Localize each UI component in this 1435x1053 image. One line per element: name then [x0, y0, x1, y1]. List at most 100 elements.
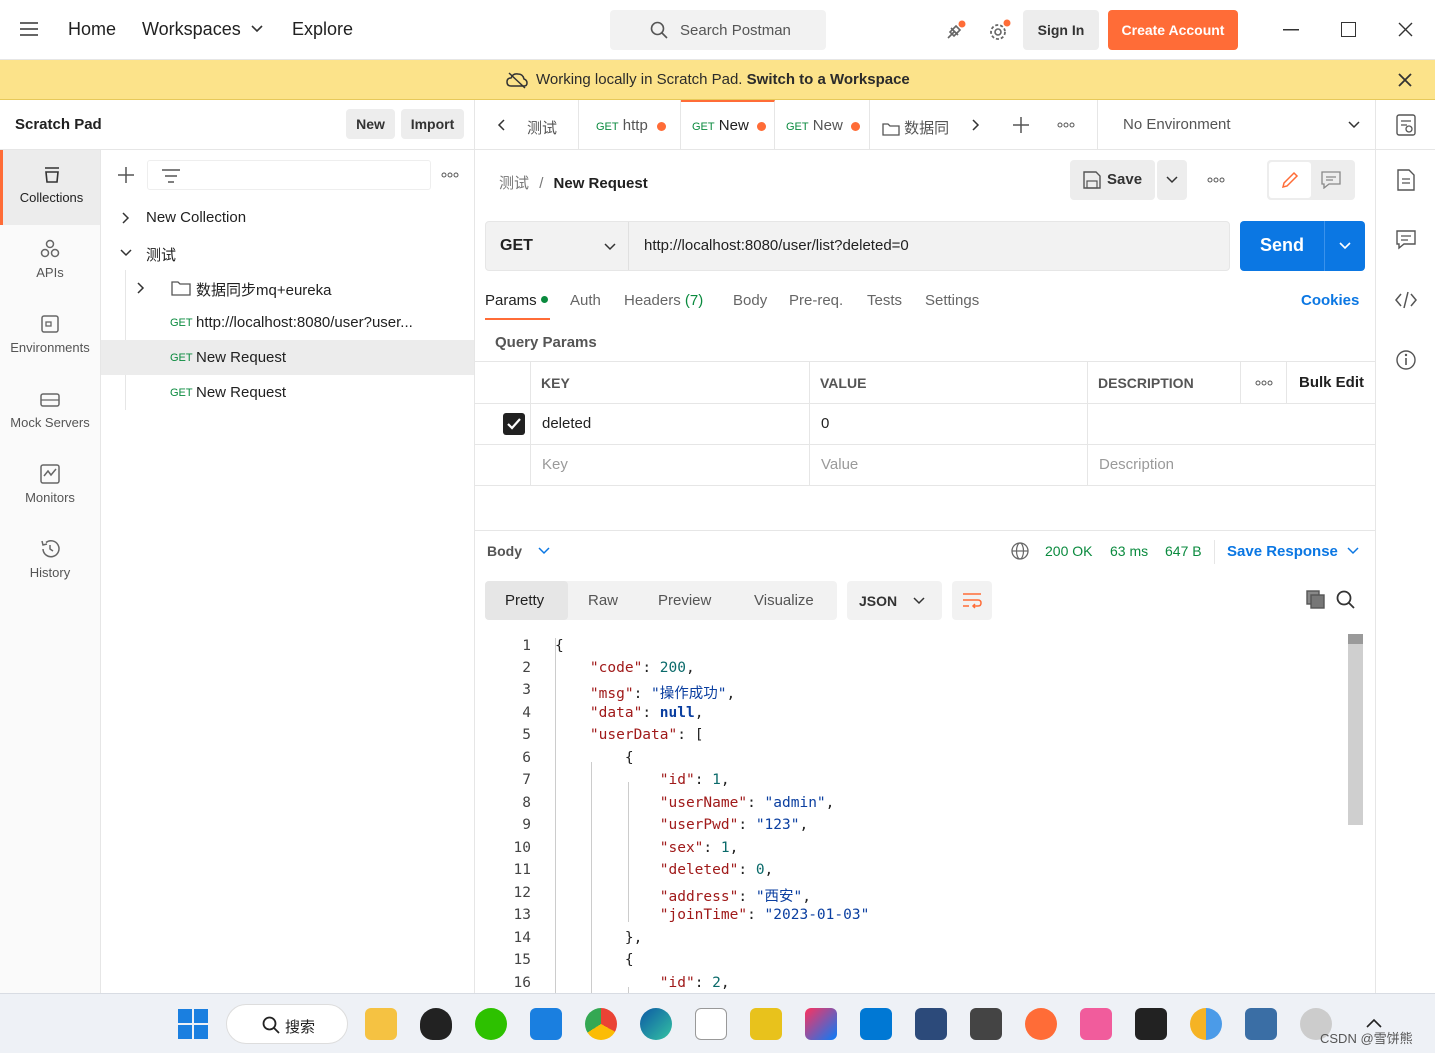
- response-section-select[interactable]: Body: [487, 543, 522, 559]
- nav-explore[interactable]: Explore: [292, 19, 353, 40]
- format-select[interactable]: JSON: [847, 581, 942, 620]
- tab-pre-request[interactable]: Pre-req.: [789, 292, 843, 309]
- search-input[interactable]: Search Postman: [610, 10, 826, 50]
- tree-item-request[interactable]: GET http://localhost:8080/user?user...: [101, 305, 474, 340]
- wechat-icon[interactable]: [475, 1008, 507, 1040]
- view-preview[interactable]: Preview: [658, 592, 711, 609]
- wrap-lines-button[interactable]: [952, 581, 992, 620]
- tab-headers[interactable]: Headers (7): [624, 292, 703, 309]
- code-icon[interactable]: [1395, 291, 1417, 309]
- photos-icon[interactable]: [530, 1008, 562, 1040]
- taskbar-search[interactable]: 搜索: [226, 1004, 348, 1044]
- import-button[interactable]: Import: [401, 109, 464, 139]
- view-toggle[interactable]: [1267, 160, 1355, 200]
- new-button[interactable]: New: [346, 109, 395, 139]
- chevron-down-icon[interactable]: [538, 547, 550, 555]
- typora-icon[interactable]: [695, 1008, 727, 1040]
- maximize-icon[interactable]: [1341, 22, 1356, 37]
- vscode-icon[interactable]: [860, 1008, 892, 1040]
- sidenav-collections[interactable]: Collections: [0, 150, 100, 225]
- url-input[interactable]: http://localhost:8080/user/list?deleted=…: [644, 237, 909, 254]
- remote-desktop-icon[interactable]: [970, 1008, 1002, 1040]
- chevron-left-icon[interactable]: [497, 119, 505, 131]
- pdf-icon[interactable]: [750, 1008, 782, 1040]
- gear-icon[interactable]: [987, 19, 1011, 43]
- tree-item-collection[interactable]: 测试: [101, 235, 474, 270]
- nav-workspaces[interactable]: Workspaces: [142, 19, 241, 40]
- view-raw[interactable]: Raw: [588, 592, 618, 609]
- sidenav-monitors[interactable]: Monitors: [0, 450, 100, 525]
- tab-request[interactable]: GET New: [775, 100, 870, 149]
- tab-collection[interactable]: 测试: [523, 100, 579, 149]
- documentation-icon[interactable]: [1397, 169, 1415, 191]
- satellite-icon[interactable]: [944, 20, 966, 42]
- sign-in-button[interactable]: Sign In: [1023, 10, 1099, 50]
- comments-icon[interactable]: [1396, 230, 1416, 250]
- virtualbox-icon[interactable]: [915, 1008, 947, 1040]
- edit-mode-button[interactable]: [1269, 162, 1311, 198]
- tree-item-request[interactable]: GET New Request: [101, 375, 474, 410]
- response-size[interactable]: 647 B: [1165, 543, 1202, 559]
- create-account-button[interactable]: Create Account: [1108, 10, 1238, 50]
- search-icon[interactable]: [1336, 590, 1355, 609]
- response-time[interactable]: 63 ms: [1110, 543, 1148, 559]
- filter-input[interactable]: [147, 160, 431, 190]
- new-param-key[interactable]: Key: [542, 456, 568, 473]
- save-options-button[interactable]: [1157, 160, 1187, 200]
- view-pretty[interactable]: Pretty: [485, 581, 568, 620]
- close-banner-icon[interactable]: [1398, 73, 1412, 87]
- new-param-value[interactable]: Value: [821, 456, 858, 473]
- view-visualize[interactable]: Visualize: [754, 592, 814, 609]
- chevron-down-icon[interactable]: [1348, 121, 1360, 129]
- globe-icon[interactable]: [1011, 542, 1029, 560]
- add-icon[interactable]: [118, 167, 134, 183]
- environment-select[interactable]: No Environment: [1123, 116, 1231, 133]
- column-options-icon[interactable]: [1255, 380, 1273, 386]
- sidenav-history[interactable]: History: [0, 525, 100, 600]
- chevron-down-icon[interactable]: [1347, 547, 1359, 555]
- more-options-icon[interactable]: [441, 172, 459, 178]
- browser-icon[interactable]: [1190, 1008, 1222, 1040]
- edge-icon[interactable]: [640, 1008, 672, 1040]
- chrome-icon[interactable]: [585, 1008, 617, 1040]
- tab-folder[interactable]: 数据同: [870, 100, 950, 149]
- tab-settings[interactable]: Settings: [925, 292, 979, 309]
- save-response-button[interactable]: Save Response: [1227, 543, 1338, 560]
- param-key[interactable]: deleted: [542, 415, 591, 432]
- postman-icon[interactable]: [1025, 1008, 1057, 1040]
- cookies-link[interactable]: Cookies: [1301, 292, 1359, 309]
- bilibili-icon[interactable]: [1080, 1008, 1112, 1040]
- editor-scrollbar[interactable]: [1348, 634, 1363, 825]
- param-value[interactable]: 0: [821, 415, 829, 432]
- send-button[interactable]: Send: [1240, 221, 1365, 271]
- copy-icon[interactable]: [1306, 590, 1325, 609]
- tab-options-icon[interactable]: [1057, 122, 1075, 128]
- chevron-right-icon[interactable]: [972, 119, 980, 131]
- save-button[interactable]: Save: [1070, 160, 1155, 200]
- tab-request-active[interactable]: GET New: [681, 100, 775, 149]
- method-select[interactable]: GET: [486, 222, 629, 270]
- tree-item-request[interactable]: GET New Request: [101, 340, 474, 375]
- tree-item-collection[interactable]: New Collection: [101, 200, 474, 235]
- chevron-up-icon[interactable]: [1366, 1018, 1382, 1028]
- tree-item-folder[interactable]: 数据同步mq+eureka: [101, 270, 474, 305]
- qq-icon[interactable]: [420, 1008, 452, 1040]
- sidenav-apis[interactable]: APIs: [0, 225, 100, 300]
- tab-tests[interactable]: Tests: [867, 292, 902, 309]
- switch-workspace-link[interactable]: Switch to a Workspace: [747, 71, 910, 88]
- tab-body[interactable]: Body: [733, 292, 767, 309]
- tab-params[interactable]: Params: [485, 292, 548, 309]
- environment-quicklook-icon[interactable]: [1396, 114, 1416, 136]
- param-checkbox[interactable]: [503, 413, 525, 435]
- sidenav-environments[interactable]: Environments: [0, 300, 100, 375]
- network-tool-icon[interactable]: [1245, 1008, 1277, 1040]
- breadcrumb-parent[interactable]: 测试: [499, 175, 529, 192]
- menu-icon[interactable]: [20, 22, 38, 36]
- intellij-icon[interactable]: [805, 1008, 837, 1040]
- info-icon[interactable]: [1396, 350, 1416, 370]
- tab-request[interactable]: GET http: [579, 100, 681, 149]
- request-name[interactable]: New Request: [554, 175, 648, 192]
- sidenav-mock-servers[interactable]: Mock Servers: [0, 375, 100, 450]
- close-icon[interactable]: [1398, 22, 1413, 37]
- bulk-edit-button[interactable]: Bulk Edit: [1299, 374, 1364, 391]
